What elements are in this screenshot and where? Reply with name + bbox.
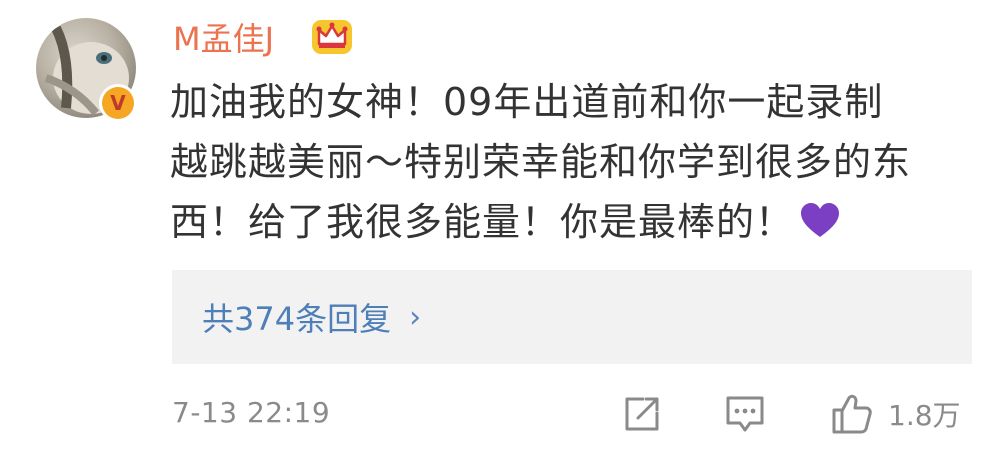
- comment-timestamp: 7-13 22:19: [172, 395, 331, 429]
- share-button[interactable]: [622, 392, 662, 436]
- comment-line: 西！给了我很多能量！你是最棒的！: [170, 200, 795, 244]
- crown-icon: [312, 20, 352, 54]
- chevron-right-icon: ›: [409, 299, 422, 335]
- username[interactable]: M孟佳J: [173, 18, 274, 60]
- replies-panel[interactable]: 共374条回复 ›: [172, 270, 972, 364]
- share-icon: [625, 397, 659, 431]
- comment-button[interactable]: [724, 392, 766, 436]
- comment-line: 加油我的女神！09年出道前和你一起录制: [170, 80, 884, 124]
- view-replies-link[interactable]: 共374条回复 ›: [202, 294, 421, 340]
- like-count: 1.8万: [888, 399, 961, 432]
- thumbs-up-icon: [832, 394, 872, 434]
- comment-content: 加油我的女神！09年出道前和你一起录制 越跳越美丽～特别荣幸能和你学到很多的东 …: [170, 72, 970, 252]
- comment-line: 越跳越美丽～特别荣幸能和你学到很多的东: [170, 140, 912, 184]
- comment-line-last: 西！给了我很多能量！你是最棒的！: [170, 192, 970, 252]
- verified-icon: V: [102, 87, 134, 119]
- purple-heart-icon: [801, 203, 840, 237]
- comment-icon: [726, 396, 764, 432]
- like-button[interactable]: 1.8万: [830, 392, 961, 436]
- verified-badge: V: [99, 84, 137, 122]
- replies-count-label: 共374条回复: [202, 300, 392, 338]
